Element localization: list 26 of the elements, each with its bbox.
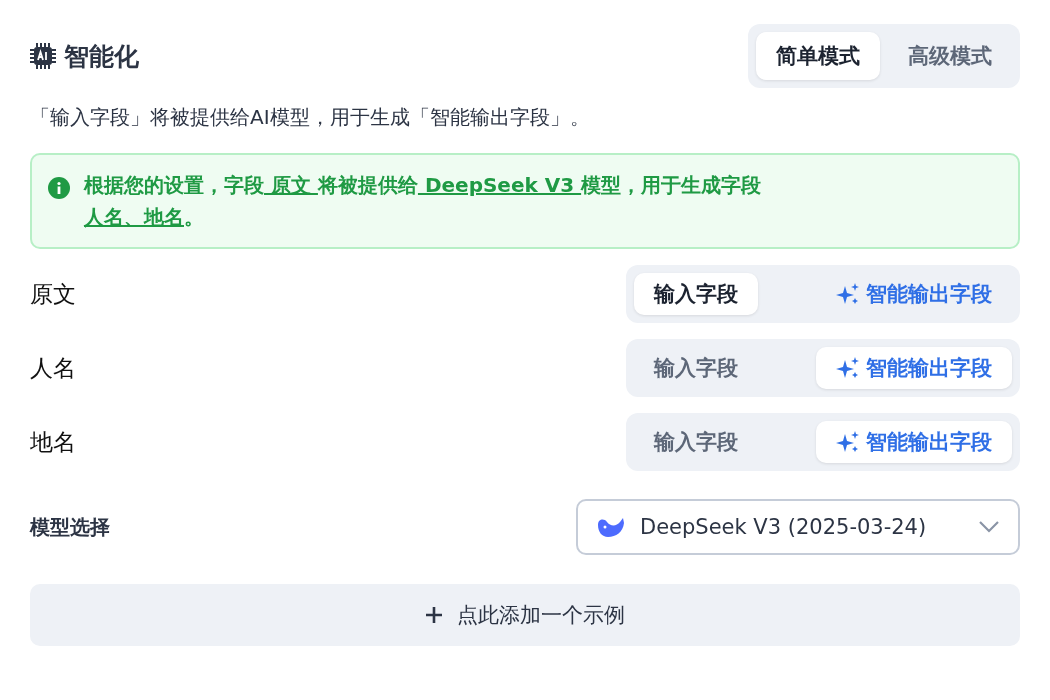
plus-icon (425, 606, 443, 624)
description-text: 「输入字段」将被提供给AI模型，用于生成「智能输出字段」。 (30, 104, 591, 131)
sparkle-icon (836, 282, 860, 306)
role-option[interactable]: 输入字段 (634, 421, 758, 463)
role-option[interactable]: 智能输出字段 (816, 421, 1012, 463)
field-name: 地名 (30, 427, 76, 457)
add-example-button[interactable]: 点此添加一个示例 (30, 584, 1020, 646)
model-label: 模型选择 (30, 513, 110, 541)
field-name: 人名 (30, 353, 76, 383)
sparkle-icon (836, 430, 860, 454)
role-option[interactable]: 智能输出字段 (816, 347, 1012, 389)
field-link[interactable]: 原文 (264, 173, 318, 197)
role-option[interactable]: 输入字段 (634, 273, 758, 315)
section-title: 智能化 (64, 40, 139, 73)
alert-message: 根据您的设置，字段 原文 将被提供给 DeepSeek V3 模型，用于生成字段 人名、地名。 (84, 172, 763, 231)
chevron-down-icon (978, 520, 1000, 534)
mode-tab[interactable]: 简单模式 (756, 32, 880, 80)
mode-tab[interactable]: 高级模式 (888, 32, 1012, 80)
role-option[interactable]: 输入字段 (634, 347, 758, 389)
field-link[interactable]: 人名、地名 (84, 205, 184, 229)
ai-chip-icon (30, 43, 56, 69)
info-icon (48, 177, 70, 199)
sparkle-icon (836, 356, 860, 380)
model-select[interactable]: DeepSeek V3 (2025-03-24) (576, 499, 1020, 555)
role-option[interactable]: 智能输出字段 (816, 273, 1012, 315)
field-name: 原文 (30, 279, 76, 309)
